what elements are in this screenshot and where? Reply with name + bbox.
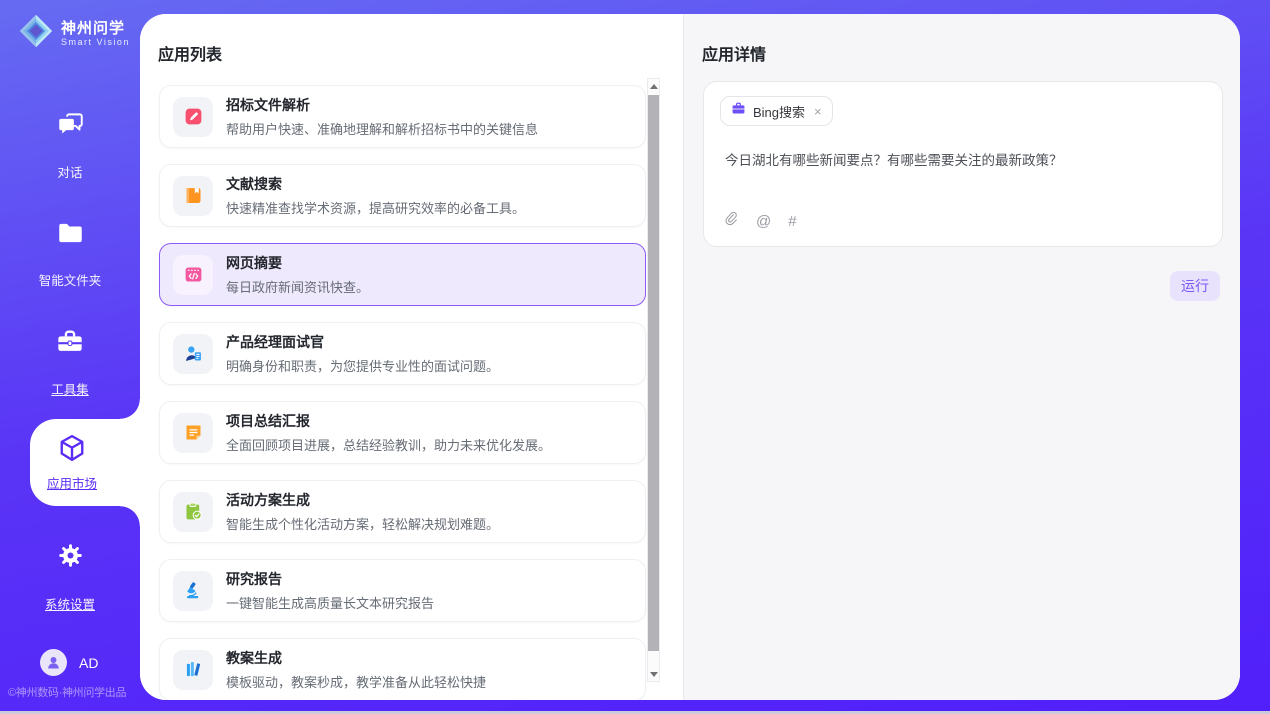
app-card-project-summary[interactable]: 项目总结汇报 全面回顾项目进展，总结经验教训，助力未来优化发展。 [159,401,646,464]
tool-tag-label: Bing搜索 [753,102,805,121]
tool-tag-bing-search[interactable]: Bing搜索 × [720,96,833,126]
sidebar: 神州问学 Smart Vision 对话 智能文件夹 [0,0,140,714]
app-card-bid-parsing[interactable]: 招标文件解析 帮助用户快速、准确地理解和解析招标书中的关键信息 [159,85,646,148]
app-card-lesson-plan[interactable]: 教案生成 模板驱动，教案秒成，教学准备从此轻松快捷 [159,638,646,700]
sidebar-item-toolset[interactable]: 工具集 [0,328,140,399]
app-list-section: 应用列表 招标文件解析 帮助用户快速、准确地理解和解析招标书中的关键信息 [140,14,683,700]
sidebar-item-settings[interactable]: 系统设置 [0,542,140,614]
triangle-down-icon [650,672,658,677]
app-desc: 帮助用户快速、准确地理解和解析招标书中的关键信息 [226,119,538,138]
detail-title: 应用详情 [702,41,766,65]
copyright-footer: ©神州数码·神州问学出品 [8,684,126,700]
main-panel: 应用列表 招标文件解析 帮助用户快速、准确地理解和解析招标书中的关键信息 [140,14,1240,700]
browser-code-icon [173,255,213,295]
app-name: 招标文件解析 [226,95,538,115]
app-detail-section: 应用详情 Bing搜索 × 今日湖北有哪些新闻要点？有哪些需要关注的最新政策？ [683,14,1240,700]
app-logo: 神州问学 Smart Vision [18,13,130,54]
app-desc: 模板驱动，教案秒成，教学准备从此轻松快捷 [226,672,486,691]
app-desc: 智能生成个性化活动方案，轻松解决规划难题。 [226,514,499,533]
brand-subtitle: Smart Vision [61,37,130,48]
app-card-literature-search[interactable]: 文献搜索 快速精准查找学术资源，提高研究效率的必备工具。 [159,164,646,227]
sidebar-item-app-market[interactable]: 应用市场 [30,419,140,506]
app-name: 教案生成 [226,648,486,668]
query-text-input[interactable]: 今日湖北有哪些新闻要点？有哪些需要关注的最新政策？ [725,151,1195,170]
app-card-pm-interviewer[interactable]: 产品经理面试官 明确身份和职责，为您提供专业性的面试问题。 [159,322,646,385]
brand-name: 神州问学 [61,20,130,37]
interviewer-icon [173,334,213,374]
app-desc: 快速精准查找学术资源，提高研究效率的必备工具。 [226,198,525,217]
scroll-up-button[interactable] [648,79,659,93]
page-title: 应用列表 [158,41,222,65]
remove-tag-icon[interactable]: × [814,104,822,119]
edit-square-icon [173,97,213,137]
app-desc: 一键智能生成高质量长文本研究报告 [226,593,434,612]
sidebar-item-label: 智能文件夹 [39,270,102,289]
gear-icon [0,542,140,569]
prompt-input-card[interactable]: Bing搜索 × 今日湖北有哪些新闻要点？有哪些需要关注的最新政策？ @ # [703,81,1223,247]
app-name: 项目总结汇报 [226,411,551,431]
mention-icon[interactable]: @ [756,213,771,230]
app-name: 活动方案生成 [226,490,499,510]
user-name: AD [79,655,98,671]
app-name: 网页摘要 [226,253,369,273]
app-name: 研究报告 [226,569,434,589]
app-card-list: 招标文件解析 帮助用户快速、准确地理解和解析招标书中的关键信息 文献搜索 快速精… [159,85,646,700]
app-desc: 每日政府新闻资讯快查。 [226,277,369,296]
briefcase-icon [731,101,746,121]
sidebar-item-label: 对话 [57,162,82,181]
app-desc: 全面回顾项目进展，总结经验教训，助力未来优化发展。 [226,435,551,454]
app-card-event-plan[interactable]: 活动方案生成 智能生成个性化活动方案，轻松解决规划难题。 [159,480,646,543]
sidebar-item-smart-folder[interactable]: 智能文件夹 [0,221,140,290]
app-card-research-report[interactable]: 研究报告 一键智能生成高质量长文本研究报告 [159,559,646,622]
sidebar-item-label: 工具集 [51,379,89,398]
folder-icon [0,221,140,245]
note-icon [173,413,213,453]
app-name: 产品经理面试官 [226,332,499,352]
scroll-down-button[interactable] [648,667,659,681]
sidebar-item-chat[interactable]: 对话 [0,112,140,182]
clipboard-check-icon [173,492,213,532]
attachment-toolbar: @ # [723,210,797,233]
list-scrollbar[interactable] [647,78,660,682]
user-account[interactable]: AD [40,649,98,676]
sidebar-item-label: 系统设置 [45,594,95,613]
brand-diamond-icon [18,13,54,54]
chat-icon [0,112,140,137]
triangle-up-icon [650,84,658,89]
cube-icon [57,433,87,468]
books-icon [173,650,213,690]
scrollbar-thumb[interactable] [648,95,659,651]
app-card-web-summary[interactable]: 网页摘要 每日政府新闻资讯快查。 [159,243,646,306]
paperclip-icon[interactable] [723,210,739,233]
microscope-icon [173,571,213,611]
app-desc: 明确身份和职责，为您提供专业性的面试问题。 [226,356,499,375]
hashtag-icon[interactable]: # [788,213,796,230]
app-name: 文献搜索 [226,174,525,194]
book-icon [173,176,213,216]
sidebar-item-label: 应用市场 [47,473,97,492]
toolbox-icon [0,328,140,354]
avatar [40,649,67,676]
run-button[interactable]: 运行 [1170,271,1220,301]
